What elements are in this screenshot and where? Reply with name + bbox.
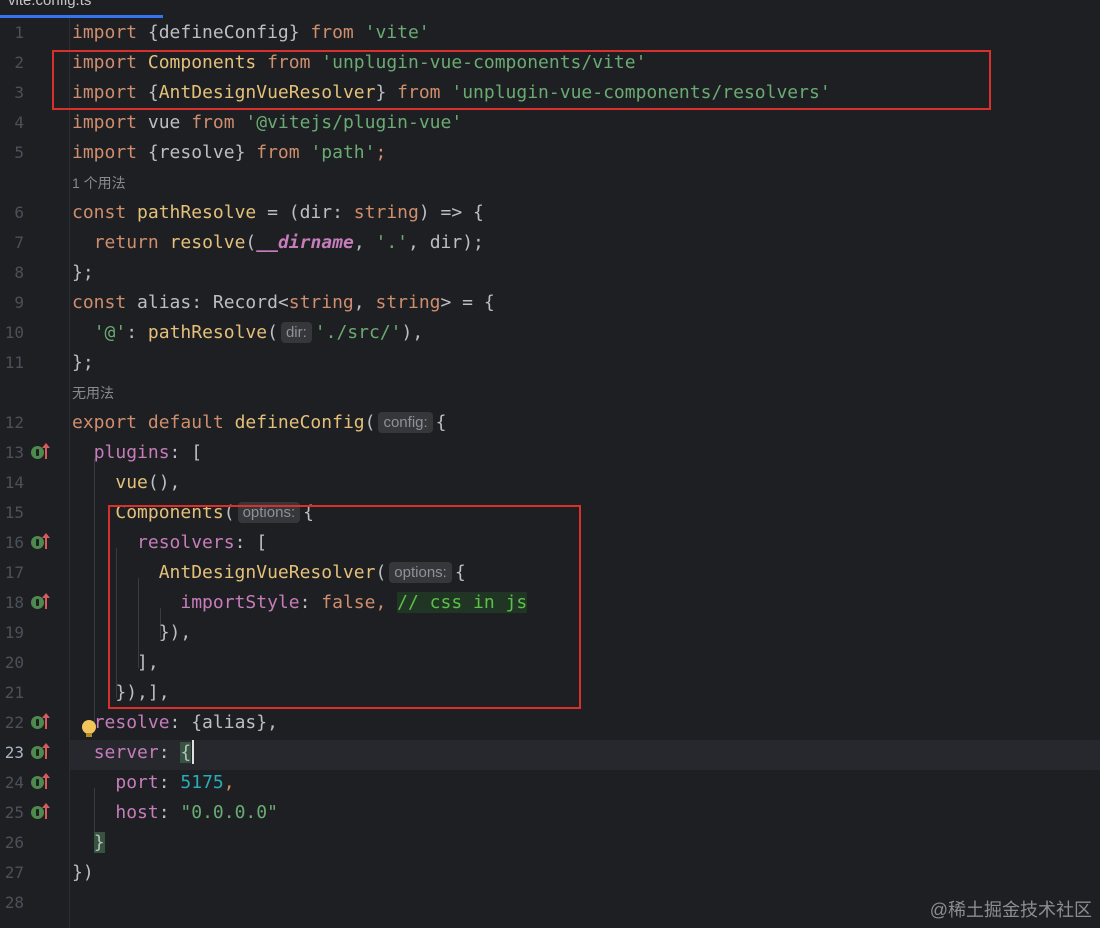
line-number: 11 xyxy=(4,353,24,372)
line-number: 20 xyxy=(4,653,24,672)
code-line: }; xyxy=(72,352,94,373)
tab-bar: vite.config.ts xyxy=(0,0,1100,18)
parameter-hint: config: xyxy=(378,412,433,433)
lightbulb-icon[interactable] xyxy=(82,720,96,737)
code-line: '@': pathResolve(dir: './src/'), xyxy=(93,322,424,343)
line-number: 4 xyxy=(14,113,24,132)
line-number: 8 xyxy=(14,263,24,282)
matched-brace: } xyxy=(93,832,105,853)
code-line: export default defineConfig(config:{ xyxy=(72,412,447,433)
code-line: host: "0.0.0.0" xyxy=(115,802,278,823)
usage-hint[interactable]: 无用法 xyxy=(72,378,114,408)
code-line: import vue from '@vitejs/plugin-vue' xyxy=(72,112,463,133)
code-line: }; xyxy=(72,262,94,283)
text-caret xyxy=(192,740,194,764)
line-number: 19 xyxy=(4,623,24,642)
highlight-box-components xyxy=(108,505,581,709)
line-number: 21 xyxy=(4,683,24,702)
code-editor[interactable]: import {defineConfig} from 'vite' import… xyxy=(70,18,1100,928)
code-line: port: 5175, xyxy=(115,772,235,793)
line-number: 22 xyxy=(4,713,24,732)
line-number: 7 xyxy=(14,233,24,252)
matched-brace: { xyxy=(180,742,192,763)
code-line: import {resolve} from 'path'; xyxy=(72,142,387,163)
line-number-gutter: 1 2 3 4 5 6 7 8 9 10 11 12 13 14 15 16 1… xyxy=(0,18,70,928)
code-line: const alias: Record<string, string> = { xyxy=(72,292,495,313)
line-number: 6 xyxy=(14,203,24,222)
line-number: 18 xyxy=(4,593,24,612)
line-number: 16 xyxy=(4,533,24,552)
gutter-implementation-icon[interactable] xyxy=(31,593,51,611)
line-number: 1 xyxy=(14,23,24,42)
code-line: resolve: {alias}, xyxy=(93,712,278,733)
parameter-hint: dir: xyxy=(280,322,312,343)
gutter-implementation-icon[interactable] xyxy=(31,533,51,551)
line-number: 13 xyxy=(4,443,24,462)
current-line-number: 23 xyxy=(4,743,24,762)
line-number: 15 xyxy=(4,503,24,522)
watermark: @稀土掘金技术社区 xyxy=(929,900,1092,920)
line-number: 14 xyxy=(4,473,24,492)
code-line: return resolve(__dirname, '.', dir); xyxy=(93,232,484,253)
code-line: server: { xyxy=(93,742,192,763)
line-number: 17 xyxy=(4,563,24,582)
code-line: vue(), xyxy=(115,472,181,493)
line-number: 9 xyxy=(14,293,24,312)
gutter-implementation-icon[interactable] xyxy=(31,803,51,821)
gutter-implementation-icon[interactable] xyxy=(31,743,51,761)
code-line: }) xyxy=(72,862,94,883)
line-number: 25 xyxy=(4,803,24,822)
code-line: const pathResolve = (dir: string) => { xyxy=(72,202,484,223)
current-line-highlight xyxy=(70,740,1100,770)
line-number: 12 xyxy=(4,413,24,432)
highlight-box-imports xyxy=(52,50,991,110)
line-number: 27 xyxy=(4,863,24,882)
gutter-implementation-icon[interactable] xyxy=(31,443,51,461)
code-line: import {defineConfig} from 'vite' xyxy=(72,22,430,43)
code-line: plugins: [ xyxy=(93,442,203,463)
usage-hint[interactable]: 1 个用法 xyxy=(72,168,126,198)
line-number: 3 xyxy=(14,83,24,102)
code-line: } xyxy=(72,828,105,858)
line-number: 10 xyxy=(4,323,24,342)
gutter-implementation-icon[interactable] xyxy=(31,773,51,791)
line-number: 28 xyxy=(4,893,24,912)
gutter-implementation-icon[interactable] xyxy=(31,713,51,731)
line-number: 5 xyxy=(14,143,24,162)
line-number: 2 xyxy=(14,53,24,72)
line-number: 24 xyxy=(4,773,24,792)
line-number: 26 xyxy=(4,833,24,852)
